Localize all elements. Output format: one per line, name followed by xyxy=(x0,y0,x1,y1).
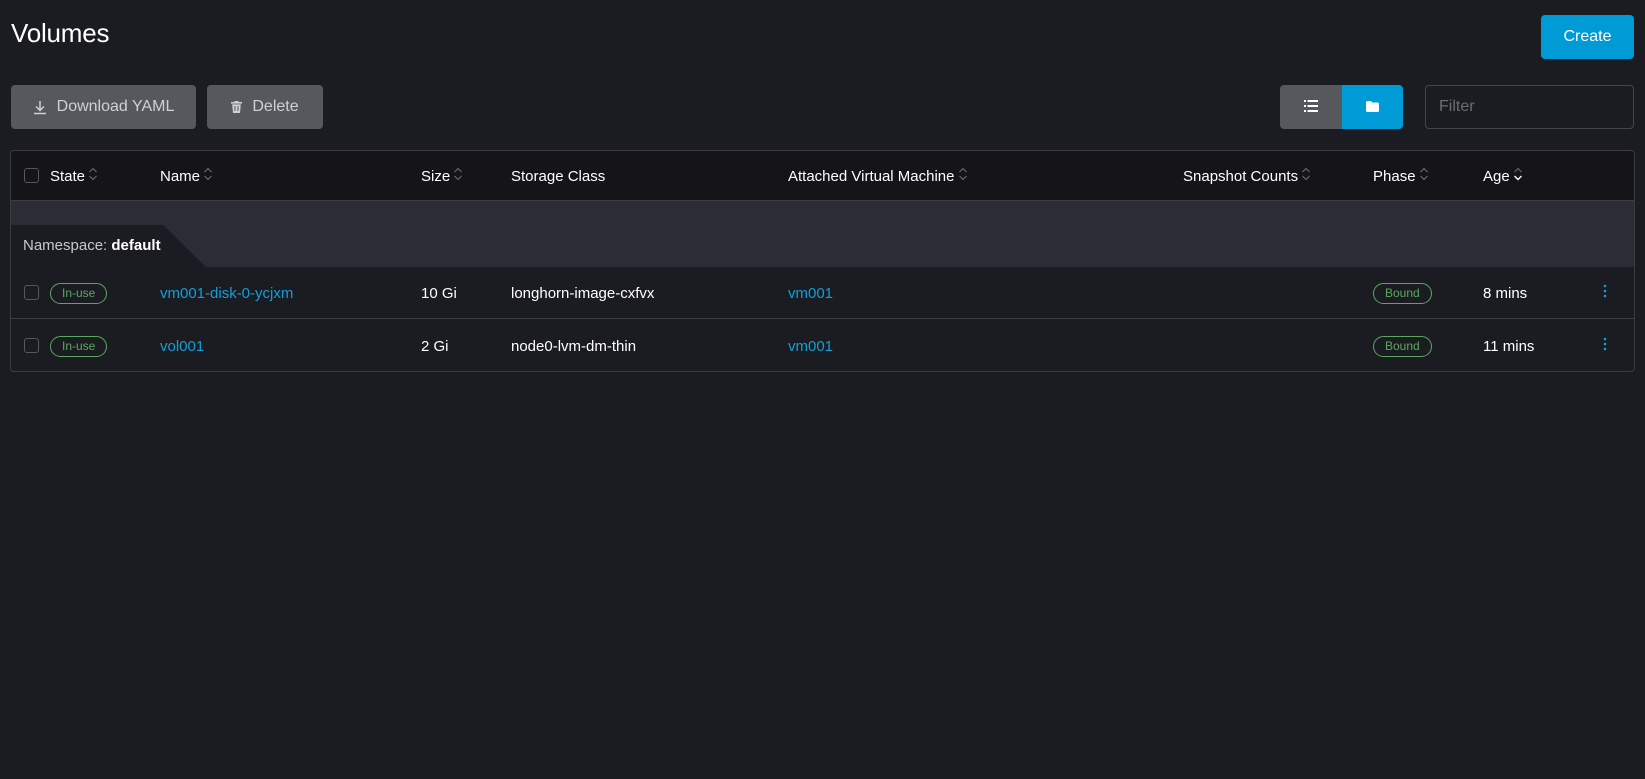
group-by-namespace-button[interactable] xyxy=(1341,85,1403,129)
group-header-band xyxy=(11,201,1634,267)
sort-icon xyxy=(88,167,98,185)
size-cell: 10 Gi xyxy=(421,284,457,302)
delete-button[interactable]: Delete xyxy=(207,85,323,129)
volumes-table: State Name Size Storage Class Attached V… xyxy=(10,150,1635,372)
age-cell: 8 mins xyxy=(1483,284,1528,302)
column-label: Storage Class xyxy=(511,167,606,185)
state-badge: In-use xyxy=(50,335,108,357)
volume-name-link[interactable]: vm001-disk-0-ycjxm xyxy=(160,267,293,319)
sort-icon xyxy=(1301,167,1311,185)
column-label: Phase xyxy=(1373,167,1416,185)
column-header-snapshot-counts[interactable]: Snapshot Counts xyxy=(1183,151,1311,201)
row-checkbox[interactable] xyxy=(24,285,39,300)
namespace-label-prefix: Namespace: xyxy=(23,237,108,254)
state-cell: In-use xyxy=(50,267,108,319)
row-actions-button[interactable] xyxy=(1603,320,1607,371)
folder-icon xyxy=(1365,99,1379,116)
phase-cell: Bound xyxy=(1373,320,1432,371)
row-checkbox[interactable] xyxy=(24,338,39,353)
namespace-group-label: Namespace: default xyxy=(23,237,161,254)
state-badge: In-use xyxy=(50,282,108,304)
list-icon xyxy=(1303,99,1318,116)
state-cell: In-use xyxy=(50,320,108,371)
sort-icon xyxy=(203,167,213,185)
filter-input[interactable] xyxy=(1425,85,1634,129)
download-yaml-label: Download YAML xyxy=(56,98,175,115)
column-label: Size xyxy=(421,167,451,185)
sort-icon xyxy=(1419,167,1429,185)
column-header-state[interactable]: State xyxy=(50,151,98,201)
column-label: Attached Virtual Machine xyxy=(788,167,955,185)
kebab-menu-icon xyxy=(1603,337,1607,355)
phase-badge: Bound xyxy=(1373,282,1432,304)
create-button[interactable]: Create xyxy=(1541,15,1634,59)
phase-cell: Bound xyxy=(1373,267,1432,319)
table-row: In-use vm001-disk-0-ycjxm 10 Gi longhorn… xyxy=(11,267,1634,319)
delete-label: Delete xyxy=(252,98,299,115)
page-title: Volumes xyxy=(11,18,110,48)
table-row: In-use vol001 2 Gi node0-lvm-dm-thin vm0… xyxy=(11,320,1634,371)
size-cell: 2 Gi xyxy=(421,337,449,355)
age-cell: 11 mins xyxy=(1483,337,1535,355)
flat-list-view-button[interactable] xyxy=(1280,85,1342,129)
column-header-phase[interactable]: Phase xyxy=(1373,151,1429,201)
volume-name-link[interactable]: vol001 xyxy=(160,320,204,371)
attached-vm-link[interactable]: vm001 xyxy=(788,320,833,371)
column-header-size[interactable]: Size xyxy=(421,151,463,201)
download-yaml-button[interactable]: Download YAML xyxy=(11,85,196,129)
column-header-name[interactable]: Name xyxy=(160,151,213,201)
trash-icon xyxy=(231,101,243,113)
column-header-attached-vm[interactable]: Attached Virtual Machine xyxy=(788,151,968,201)
row-actions-button[interactable] xyxy=(1603,267,1607,319)
storage-class-cell: node0-lvm-dm-thin xyxy=(511,337,637,355)
sort-icon xyxy=(958,167,968,185)
column-label: Snapshot Counts xyxy=(1183,167,1299,185)
attached-vm-link[interactable]: vm001 xyxy=(788,267,833,319)
column-header-storage-class: Storage Class xyxy=(511,151,605,201)
view-mode-toggle xyxy=(1280,85,1403,129)
column-label: Age xyxy=(1483,167,1510,185)
table-header: State Name Size Storage Class Attached V… xyxy=(11,151,1634,201)
table-body: In-use vm001-disk-0-ycjxm 10 Gi longhorn… xyxy=(11,267,1634,371)
column-label: Name xyxy=(160,167,201,185)
column-label: State xyxy=(50,167,86,185)
storage-class-cell: longhorn-image-cxfvx xyxy=(511,284,655,302)
select-all-checkbox[interactable] xyxy=(24,168,39,183)
download-icon xyxy=(33,100,47,115)
sort-desc-icon xyxy=(1513,167,1523,185)
phase-badge: Bound xyxy=(1373,335,1432,357)
kebab-menu-icon xyxy=(1603,284,1607,302)
sort-icon xyxy=(453,167,463,185)
column-header-age[interactable]: Age xyxy=(1483,151,1523,201)
namespace-label-value: default xyxy=(111,237,161,254)
